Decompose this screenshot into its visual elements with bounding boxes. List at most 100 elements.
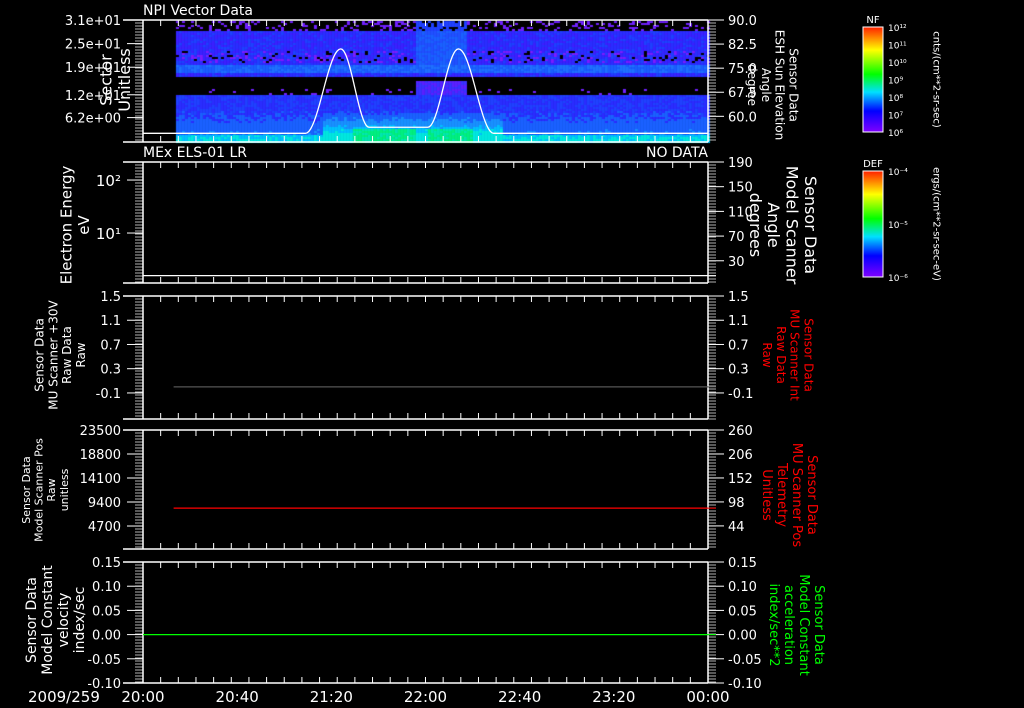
- right-y-tick-label: 0.10: [728, 580, 757, 595]
- left-axis-title: Sector Unitless: [96, 48, 133, 112]
- y-tick-label: 3.1e+01: [65, 14, 121, 29]
- axis-label-line: acceleration: [781, 585, 796, 665]
- y-tick-label: 0.10: [92, 580, 121, 595]
- axis-label-line: Unitless: [115, 48, 134, 112]
- colorbar-title: DEF: [863, 159, 883, 170]
- right-axis-title: Sensor DataMU Scanner IntRaw DataRaw: [760, 309, 815, 401]
- right-y-tick-label: 0.15: [728, 556, 757, 571]
- axis-label-line: Sensor Data: [787, 48, 801, 122]
- y-tick-label: 14100: [80, 472, 121, 487]
- axis-label-line: cnts/(cm**2-sr-sec): [931, 31, 942, 128]
- time-tick-label: 00:00: [686, 688, 729, 706]
- colorbar-tick-label: 10⁻⁴: [888, 168, 908, 178]
- right-y-tick-label: -0.10: [728, 677, 762, 692]
- colorbar-nf: [862, 26, 884, 133]
- axis-label-line: Model Scanner Pos: [33, 438, 46, 542]
- colorbar-tick-label: 10⁶: [888, 129, 903, 139]
- time-tick-label: 22:00: [404, 688, 447, 706]
- right-y-tick-label: 0.7: [728, 338, 749, 353]
- axis-label-line: Sensor Data: [24, 577, 40, 663]
- axis-label-line: Angle: [759, 68, 773, 102]
- y-tick-label: 4700: [88, 520, 121, 535]
- right-y-tick-label: 0.3: [728, 363, 749, 378]
- axis-label-line: Raw Data: [774, 326, 788, 384]
- panel-title: MEx ELS-01 LR: [143, 145, 247, 161]
- axis-label-line: Unitless: [759, 469, 774, 521]
- axis-label-line: ESH Sun Elevation: [773, 30, 787, 140]
- y-tick-label: 0.7: [100, 338, 121, 353]
- axis-label-line: MU Scanner +30V: [46, 300, 60, 410]
- no-data-label: NO DATA: [646, 145, 708, 161]
- left-axis-title: Sensor Data MU Scanner +30V Raw Data Raw: [33, 300, 88, 410]
- colorbar-tick-label: 10⁹: [888, 77, 903, 87]
- y-tick-label: 0.3: [100, 363, 121, 378]
- axis-label-line: degree: [745, 64, 759, 106]
- y-tick-label: 10¹: [96, 225, 121, 243]
- time-tick-label: 20:40: [216, 688, 259, 706]
- axis-label-line: velocity: [56, 593, 72, 648]
- right-axis-title: Sensor DataModel Constantaccelerationind…: [766, 574, 826, 676]
- left-axis-title: Sensor Data Model Constant velocity index/s…: [24, 565, 88, 675]
- y-tick-label: 6.2e+00: [65, 112, 121, 127]
- right-axis-title: Sensor DataModel ScannerAngledegrees: [746, 166, 820, 285]
- axis-label-line: Model Scanner: [783, 166, 802, 285]
- left-axis-title: Sensor Data Model Scanner Pos Raw unitless: [20, 438, 71, 542]
- y-tick-label: 0.05: [92, 604, 121, 619]
- axis-label-line: ergs/(cm**2-sr-sec-eV): [931, 167, 942, 281]
- right-y-tick-label: 60.0: [728, 110, 757, 125]
- colorbar-def: [862, 170, 884, 278]
- right-y-tick-label: 0.00: [728, 629, 757, 644]
- right-axis-title: Sensor DataMU Scanner PosTelemetryUnitle…: [759, 443, 819, 548]
- right-y-tick-label: 98: [728, 496, 745, 511]
- colorbar-tick-label: 10⁻⁵: [888, 221, 908, 231]
- colorbar-tick-label: 10⁷: [888, 112, 903, 122]
- panel-title: NPI Vector Data: [143, 3, 253, 19]
- right-y-tick-label: 30: [728, 255, 745, 270]
- colorbar-units: ergs/(cm**2-sr-sec-eV): [931, 167, 942, 281]
- axis-label-line: MU Scanner Pos: [789, 443, 804, 548]
- y-tick-label: -0.05: [87, 653, 121, 668]
- axis-label-line: Raw: [760, 342, 774, 367]
- right-y-tick-label: 90.0: [728, 14, 757, 29]
- left-axis-title: Electron Energy eV: [58, 165, 93, 284]
- axis-label-line: Angle: [764, 202, 783, 248]
- axis-label-line: Telemetry: [774, 462, 789, 527]
- axis-label-line: unitless: [58, 468, 71, 511]
- sun-elevation-line: [143, 48, 708, 134]
- y-tick-label: 0.00: [92, 629, 121, 644]
- axis-label-line: Sensor Data: [33, 318, 47, 392]
- right-y-tick-label: 1.1: [728, 314, 749, 329]
- axis-label-line: Sensor Data: [801, 176, 820, 274]
- colorbar-tick-label: 10¹¹: [888, 42, 907, 52]
- axis-label-line: index/sec**2: [766, 583, 781, 666]
- colorbar-title: NF: [866, 15, 879, 26]
- y-tick-label: 0.15: [92, 556, 121, 571]
- y-tick-label: 23500: [80, 424, 121, 439]
- axis-label-line: eV: [75, 215, 93, 235]
- multi-panel-plot: 2009/259 3.1e+012.5e+011.9e+011.2e+016.2…: [20, 3, 942, 706]
- axis-label-line: Electron Energy: [58, 165, 76, 284]
- axis-label-line: Sector: [96, 54, 115, 106]
- time-tick-label: 22:40: [498, 688, 541, 706]
- colorbar-units: cnts/(cm**2-sr-sec): [931, 31, 942, 128]
- right-y-tick-label: 1.5: [728, 290, 749, 305]
- right-y-tick-label: 70: [728, 230, 745, 245]
- axis-label-line: Model Constant: [796, 574, 811, 676]
- right-y-tick-label: -0.1: [728, 387, 753, 402]
- time-tick-label: 23:20: [592, 688, 635, 706]
- time-tick-label: 21:20: [310, 688, 353, 706]
- y-tick-label: -0.10: [87, 677, 121, 692]
- y-tick-label: 10²: [96, 172, 121, 190]
- right-y-tick-label: 190: [728, 156, 753, 171]
- axis-label-line: index/sec: [72, 587, 88, 654]
- right-y-tick-label: -0.05: [728, 653, 762, 668]
- axis-label-line: MU Scanner Int: [788, 309, 802, 401]
- colorbar-tick-label: 10⁻⁶: [888, 274, 908, 284]
- axis-label-line: degrees: [746, 193, 765, 257]
- axis-label-line: Sensor Data: [802, 318, 816, 392]
- colorbar-tick-label: 10¹²: [888, 24, 907, 34]
- right-y-tick-label: 260: [728, 424, 753, 439]
- axis-label-line: Raw: [45, 478, 58, 501]
- time-tick-label: 20:00: [121, 688, 164, 706]
- colorbar-tick-label: 10¹⁰: [888, 59, 907, 69]
